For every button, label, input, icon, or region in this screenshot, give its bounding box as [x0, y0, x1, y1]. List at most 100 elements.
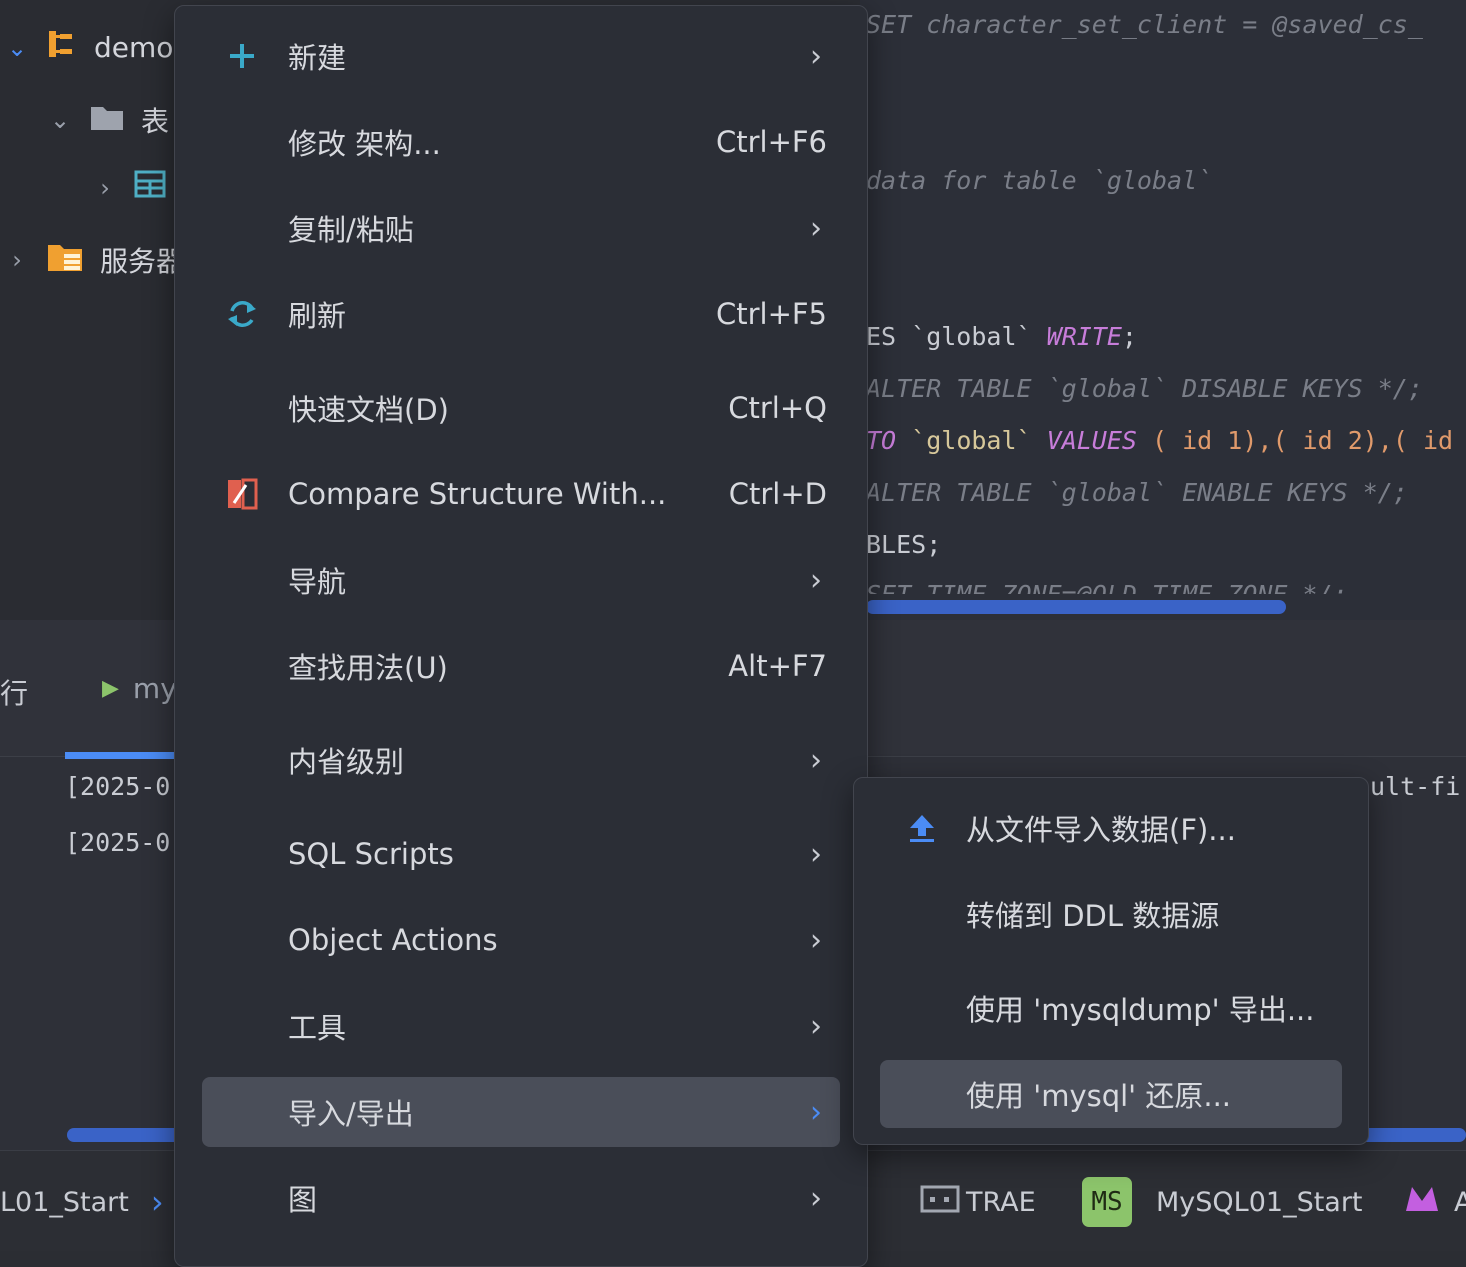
menu-item-label: SQL Scripts: [288, 837, 454, 871]
plus-icon: [212, 42, 272, 70]
chevron-right-icon[interactable]: ›: [90, 174, 120, 202]
code-token: TO: [866, 426, 897, 455]
submenu-item-label: 从文件导入数据(F)...: [966, 813, 1236, 847]
menu-item-label: 图: [288, 1183, 318, 1217]
code-token: ;: [1121, 322, 1137, 351]
submenu-item-label: 使用 'mysql' 还原...: [966, 1079, 1232, 1113]
output-scrollbar-left[interactable]: [67, 1128, 187, 1142]
menu-item-refresh[interactable]: 刷新 Ctrl+F5: [202, 279, 840, 349]
chevron-right-icon: ›: [810, 210, 822, 246]
tree-node-label: demo: [94, 31, 174, 64]
active-tab-indicator: [65, 752, 180, 759]
code-token: VALUES: [1046, 426, 1137, 455]
menu-item-compare-structure[interactable]: Compare Structure With... Ctrl+D: [202, 459, 840, 529]
tree-node-table-global[interactable]: ›: [90, 170, 166, 205]
tree-node-demo[interactable]: ⌄ demo: [2, 28, 173, 67]
menu-item-tools[interactable]: 工具 ›: [202, 991, 840, 1061]
table-icon: [134, 170, 166, 205]
mysql-run-config[interactable]: MS MySQL01_Start: [1082, 1170, 1363, 1234]
plugin-widget[interactable]: A: [1404, 1170, 1466, 1234]
upload-icon: [892, 813, 952, 843]
sql-editor-panel: [860, 0, 1466, 620]
trae-label: TRAE: [966, 1186, 1036, 1218]
submenu-item-label: 转储到 DDL 数据源: [966, 899, 1220, 933]
menu-item-label: 工具: [288, 1011, 347, 1045]
tree-node-label: 表: [141, 105, 170, 138]
chevron-down-icon[interactable]: ⌄: [45, 106, 75, 134]
menu-item-new[interactable]: 新建 ›: [202, 21, 840, 91]
menu-item-introspection-level[interactable]: 内省级别 ›: [202, 725, 840, 795]
chevron-right-icon: ›: [810, 562, 822, 598]
menu-item-quick-docs[interactable]: 快速文档(D) Ctrl+Q: [202, 373, 840, 443]
menu-item-label: 新建: [288, 41, 347, 75]
context-menu: 新建 › 修改 架构... Ctrl+F6 复制/粘贴 › 刷新 Ctrl+F5…: [174, 5, 868, 1267]
code-line: BLES;: [866, 530, 942, 559]
chevron-right-icon: ›: [150, 1183, 164, 1221]
code-token: `global`: [911, 426, 1032, 455]
chevron-down-icon[interactable]: ⌄: [2, 34, 32, 62]
menu-item-label: 内省级别: [288, 745, 405, 779]
chevron-right-icon: ›: [810, 742, 822, 778]
chevron-right-icon: ›: [810, 1008, 822, 1044]
run-icon: ▶: [102, 676, 119, 701]
import-export-submenu: 从文件导入数据(F)... 转储到 DDL 数据源 使用 'mysqldump'…: [853, 777, 1369, 1145]
schema-icon: [46, 28, 78, 67]
menu-item-import-export[interactable]: 导入/导出 ›: [202, 1077, 840, 1147]
menu-item-label: 查找用法(U): [288, 651, 448, 685]
chevron-right-icon: ›: [810, 836, 822, 872]
terminal-icon: [920, 1184, 960, 1221]
submenu-item-import-from-file[interactable]: 从文件导入数据(F)...: [880, 794, 1342, 862]
menu-item-shortcut: Ctrl+F5: [715, 297, 827, 331]
code-line: ALTER TABLE `global` ENABLE KEYS */;: [866, 478, 1408, 507]
breadcrumb-label: L01_Start: [0, 1186, 129, 1218]
menu-item-label: 刷新: [288, 299, 347, 333]
tree-node-tables[interactable]: ⌄ 表: [45, 100, 169, 140]
submenu-item-mysql-restore[interactable]: 使用 'mysql' 还原...: [880, 1060, 1342, 1128]
log-line: [2025-0: [65, 828, 171, 857]
tree-node-servers[interactable]: › 服务器: [2, 240, 184, 280]
menu-item-copy-paste[interactable]: 复制/粘贴 ›: [202, 193, 840, 263]
folder-icon: [89, 102, 125, 139]
plugin-logo-icon: [1404, 1185, 1440, 1220]
refresh-icon: [212, 298, 272, 330]
database-tree-panel: [0, 0, 180, 620]
menu-item-shortcut: Alt+F7: [728, 649, 827, 683]
code-token: WRITE: [1046, 322, 1122, 351]
editor-horizontal-scrollbar[interactable]: [866, 600, 1286, 614]
code-line: data for table `global`: [866, 166, 1213, 195]
log-line: [2025-0: [65, 772, 171, 801]
menu-item-label: 修改 架构...: [288, 127, 441, 161]
run-config-name: MySQL01_Start: [1156, 1186, 1363, 1218]
menu-item-diagram[interactable]: 图 ›: [202, 1163, 840, 1233]
code-line: ALTER TABLE `global` DISABLE KEYS */;: [866, 374, 1423, 403]
tree-node-label: 服务器: [100, 245, 185, 278]
submenu-item-mysqldump-export[interactable]: 使用 'mysqldump' 导出...: [880, 974, 1342, 1042]
menu-item-object-actions[interactable]: Object Actions ›: [202, 905, 840, 975]
run-tab-label: 行: [0, 677, 29, 710]
code-line: SET TIME_ZONE=@OLD_TIME_ZONE */;: [866, 580, 1348, 594]
chevron-right-icon: ›: [810, 38, 822, 74]
output-scrollbar-right[interactable]: [1360, 1128, 1466, 1142]
menu-item-label: 导入/导出: [288, 1097, 414, 1131]
menu-item-label: 复制/粘贴: [288, 213, 414, 247]
chevron-right-icon: ›: [810, 922, 822, 958]
code-line: TO `global` VALUES ( id 1),( id 2),( id …: [866, 426, 1466, 455]
code-line: SET character_set_client = @saved_cs_: [866, 10, 1423, 39]
log-line-fragment: ult-fi: [1370, 772, 1461, 801]
trae-widget[interactable]: TRAE: [920, 1170, 1036, 1234]
run-config-label: my: [132, 672, 177, 705]
menu-item-find-usages[interactable]: 查找用法(U) Alt+F7: [202, 631, 840, 701]
chevron-right-icon: ›: [810, 1180, 822, 1216]
breadcrumb-project[interactable]: L01_Start ›: [0, 1170, 164, 1234]
submenu-item-label: 使用 'mysqldump' 导出...: [966, 993, 1315, 1027]
compare-icon: [212, 477, 272, 511]
chevron-right-icon[interactable]: ›: [2, 246, 32, 274]
menu-item-navigate[interactable]: 导航 ›: [202, 545, 840, 615]
menu-item-modify-schema[interactable]: 修改 架构... Ctrl+F6: [202, 107, 840, 177]
menu-item-label: Object Actions: [288, 923, 498, 957]
menu-item-sql-scripts[interactable]: SQL Scripts ›: [202, 819, 840, 889]
menu-item-shortcut: Ctrl+F6: [715, 125, 827, 159]
code-token: ES `global`: [866, 322, 1032, 351]
run-config-tab[interactable]: ▶ my: [102, 672, 177, 705]
submenu-item-dump-ddl[interactable]: 转储到 DDL 数据源: [880, 880, 1342, 948]
